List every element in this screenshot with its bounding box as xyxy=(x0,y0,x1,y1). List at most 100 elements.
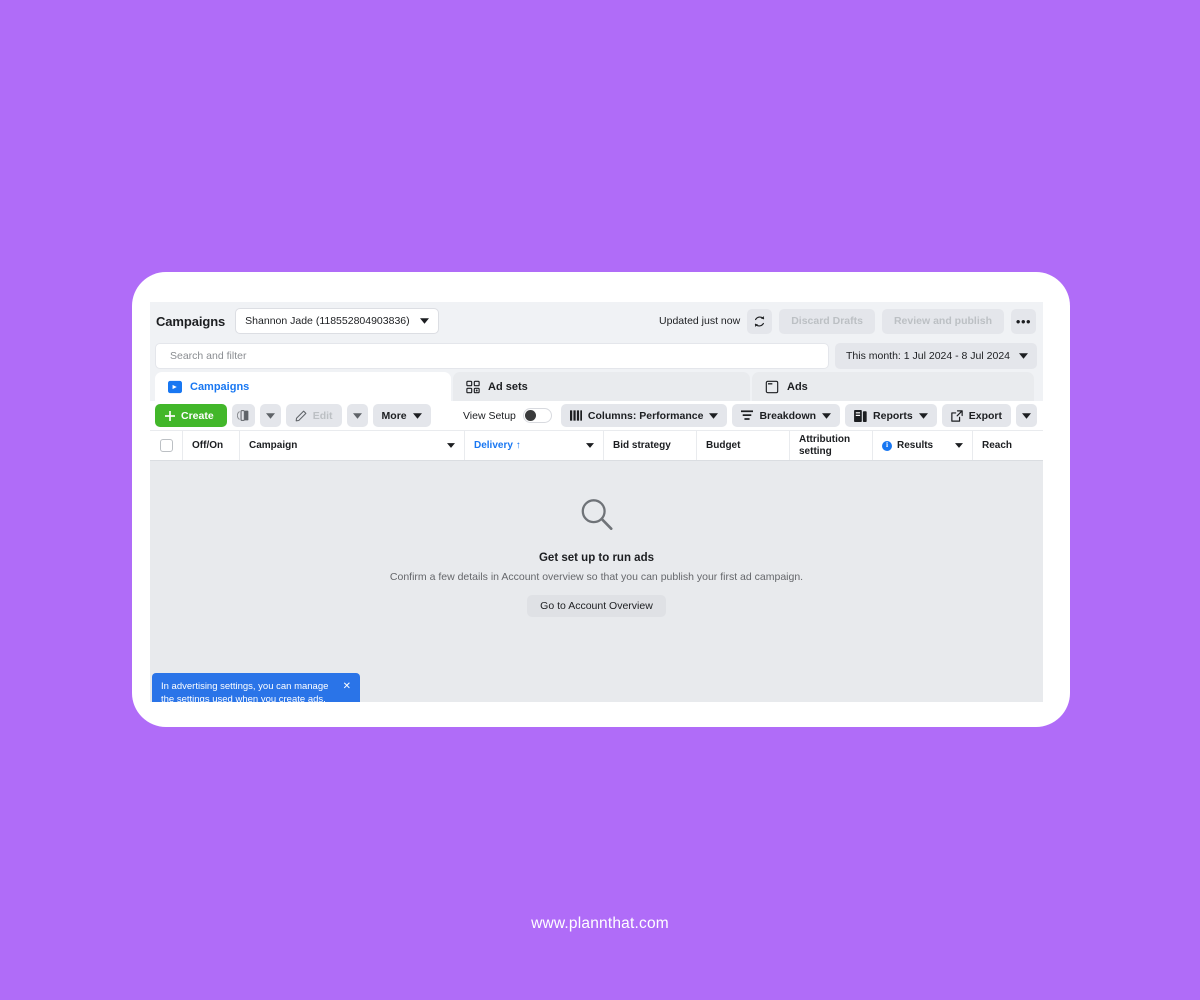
chevron-down-icon xyxy=(352,412,362,419)
top-bar: Campaigns Shannon Jade (118552804903836)… xyxy=(150,302,1043,340)
empty-state: Get set up to run ads Confirm a few deta… xyxy=(150,497,1043,617)
columns-button[interactable]: Columns: Performance xyxy=(560,404,728,427)
column-header-budget[interactable]: Budget xyxy=(697,431,790,460)
column-header-delivery[interactable]: Delivery ↑ xyxy=(465,431,604,460)
column-label: Reach xyxy=(982,439,1013,451)
column-label: Campaign xyxy=(249,439,298,451)
refresh-button[interactable] xyxy=(747,308,773,334)
account-selector[interactable]: Shannon Jade (118552804903836) xyxy=(235,308,440,334)
search-row: Search and filter This month: 1 Jul 2024… xyxy=(150,340,1043,372)
edit-caret-button[interactable] xyxy=(346,404,368,427)
close-icon[interactable]: ✕ xyxy=(343,681,351,692)
chevron-down-icon xyxy=(822,412,832,419)
breakdown-button[interactable]: Breakdown xyxy=(732,404,841,427)
view-setup-label: View Setup xyxy=(462,409,516,422)
column-label: Budget xyxy=(706,439,741,451)
column-label: Delivery ↑ xyxy=(474,439,521,451)
ellipsis-icon: ••• xyxy=(1015,313,1032,329)
pencil-icon xyxy=(295,410,307,421)
ads-manager-window: Campaigns Shannon Jade (118552804903836)… xyxy=(150,302,1043,702)
reports-icon xyxy=(854,409,867,422)
export-caret-button[interactable] xyxy=(1016,404,1037,427)
chevron-down-icon xyxy=(265,412,275,419)
column-header-bid-strategy[interactable]: Bid strategy xyxy=(604,431,697,460)
chevron-down-icon xyxy=(420,318,430,324)
ad-window-icon xyxy=(765,380,779,393)
empty-state-title: Get set up to run ads xyxy=(538,552,654,564)
edit-button-label: Edit xyxy=(312,409,333,422)
megaphone-icon xyxy=(168,380,182,393)
column-label: Bid strategy xyxy=(613,439,671,451)
switch-knob xyxy=(525,410,537,421)
column-header-attribution-setting[interactable]: Attribution setting xyxy=(790,431,873,460)
chevron-down-icon xyxy=(1022,412,1031,419)
export-icon xyxy=(950,409,963,422)
chevron-down-icon[interactable] xyxy=(586,443,594,448)
chevron-down-icon[interactable] xyxy=(955,443,963,448)
duplicate-button[interactable] xyxy=(231,404,255,427)
advertising-settings-tooltip: In advertising settings, you can manage … xyxy=(152,673,360,702)
empty-state-subtitle: Confirm a few details in Account overvie… xyxy=(389,571,804,583)
date-range-selector[interactable]: This month: 1 Jul 2024 - 8 Jul 2024 xyxy=(834,343,1037,369)
search-placeholder: Search and filter xyxy=(170,350,247,362)
tab-ad-sets[interactable]: Ad sets xyxy=(453,372,750,401)
page-title: Campaigns xyxy=(156,313,226,329)
column-header-results[interactable]: i Results xyxy=(873,431,973,460)
plus-icon xyxy=(165,410,175,421)
discard-drafts-button[interactable]: Discard Drafts xyxy=(779,308,875,334)
columns-icon xyxy=(569,410,582,421)
top-bar-actions: Updated just now Discard Drafts Review a… xyxy=(659,308,1038,334)
view-setup-toggle[interactable]: View Setup xyxy=(463,408,552,423)
chevron-down-icon xyxy=(1019,353,1028,359)
table-toolbar: Create Edit More View Setup Columns: Per… xyxy=(150,401,1043,431)
account-selector-value: Shannon Jade (118552804903836) xyxy=(245,315,410,327)
chevron-down-icon xyxy=(918,412,928,419)
info-icon[interactable]: i xyxy=(882,440,892,451)
chevron-down-icon[interactable] xyxy=(447,443,455,448)
tab-campaigns-label: Campaigns xyxy=(190,380,250,393)
create-button-label: Create xyxy=(181,409,214,422)
edit-button[interactable]: Edit xyxy=(285,404,342,427)
search-input[interactable]: Search and filter xyxy=(155,343,829,369)
export-button[interactable]: Export xyxy=(941,404,1011,427)
breakdown-icon xyxy=(741,409,754,420)
create-button[interactable]: Create xyxy=(155,404,227,427)
date-range-value: This month: 1 Jul 2024 - 8 Jul 2024 xyxy=(845,350,1010,362)
go-to-account-overview-button[interactable]: Go to Account Overview xyxy=(527,595,666,617)
watermark: www.plannthat.com xyxy=(531,915,669,932)
columns-button-label: Columns: Performance xyxy=(587,409,704,422)
column-label: Attribution setting xyxy=(799,434,851,457)
more-options-button[interactable]: ••• xyxy=(1011,308,1036,334)
column-header-reach[interactable]: Reach xyxy=(973,431,1033,460)
table-header-row: Off/On Campaign Delivery ↑ Bid strategy … xyxy=(150,431,1043,461)
updated-status: Updated just now xyxy=(659,315,741,327)
view-setup-switch[interactable] xyxy=(522,408,552,423)
adsets-grid-icon xyxy=(466,380,480,393)
breakdown-button-label: Breakdown xyxy=(759,409,817,422)
select-all-checkbox[interactable] xyxy=(159,439,173,452)
duplicate-caret-button[interactable] xyxy=(259,404,281,427)
chevron-down-icon xyxy=(709,412,719,419)
chevron-down-icon xyxy=(412,412,422,419)
refresh-icon xyxy=(755,315,765,327)
column-header-campaign[interactable]: Campaign xyxy=(240,431,465,460)
duplicate-icon xyxy=(236,410,249,421)
column-label: Results xyxy=(897,439,934,451)
table-body: Get set up to run ads Confirm a few deta… xyxy=(150,461,1043,702)
more-button-label: More xyxy=(381,409,407,422)
column-header-off-on[interactable]: Off/On xyxy=(183,431,240,460)
tooltip-text: In advertising settings, you can manage … xyxy=(161,681,329,702)
magnifier-icon xyxy=(579,497,615,538)
export-button-label: Export xyxy=(968,409,1002,422)
tab-ad-sets-label: Ad sets xyxy=(488,380,528,393)
column-label: Off/On xyxy=(192,439,224,451)
level-tabs: Campaigns Ad sets Ads xyxy=(150,372,1043,401)
reports-button-label: Reports xyxy=(873,409,913,422)
tab-ads-label: Ads xyxy=(787,380,808,393)
select-all-cell[interactable] xyxy=(150,431,183,460)
reports-button[interactable]: Reports xyxy=(845,404,937,427)
more-button[interactable]: More xyxy=(372,404,431,427)
review-and-publish-button[interactable]: Review and publish xyxy=(881,308,1004,334)
tab-campaigns[interactable]: Campaigns xyxy=(155,372,451,401)
tab-ads[interactable]: Ads xyxy=(752,372,1034,401)
